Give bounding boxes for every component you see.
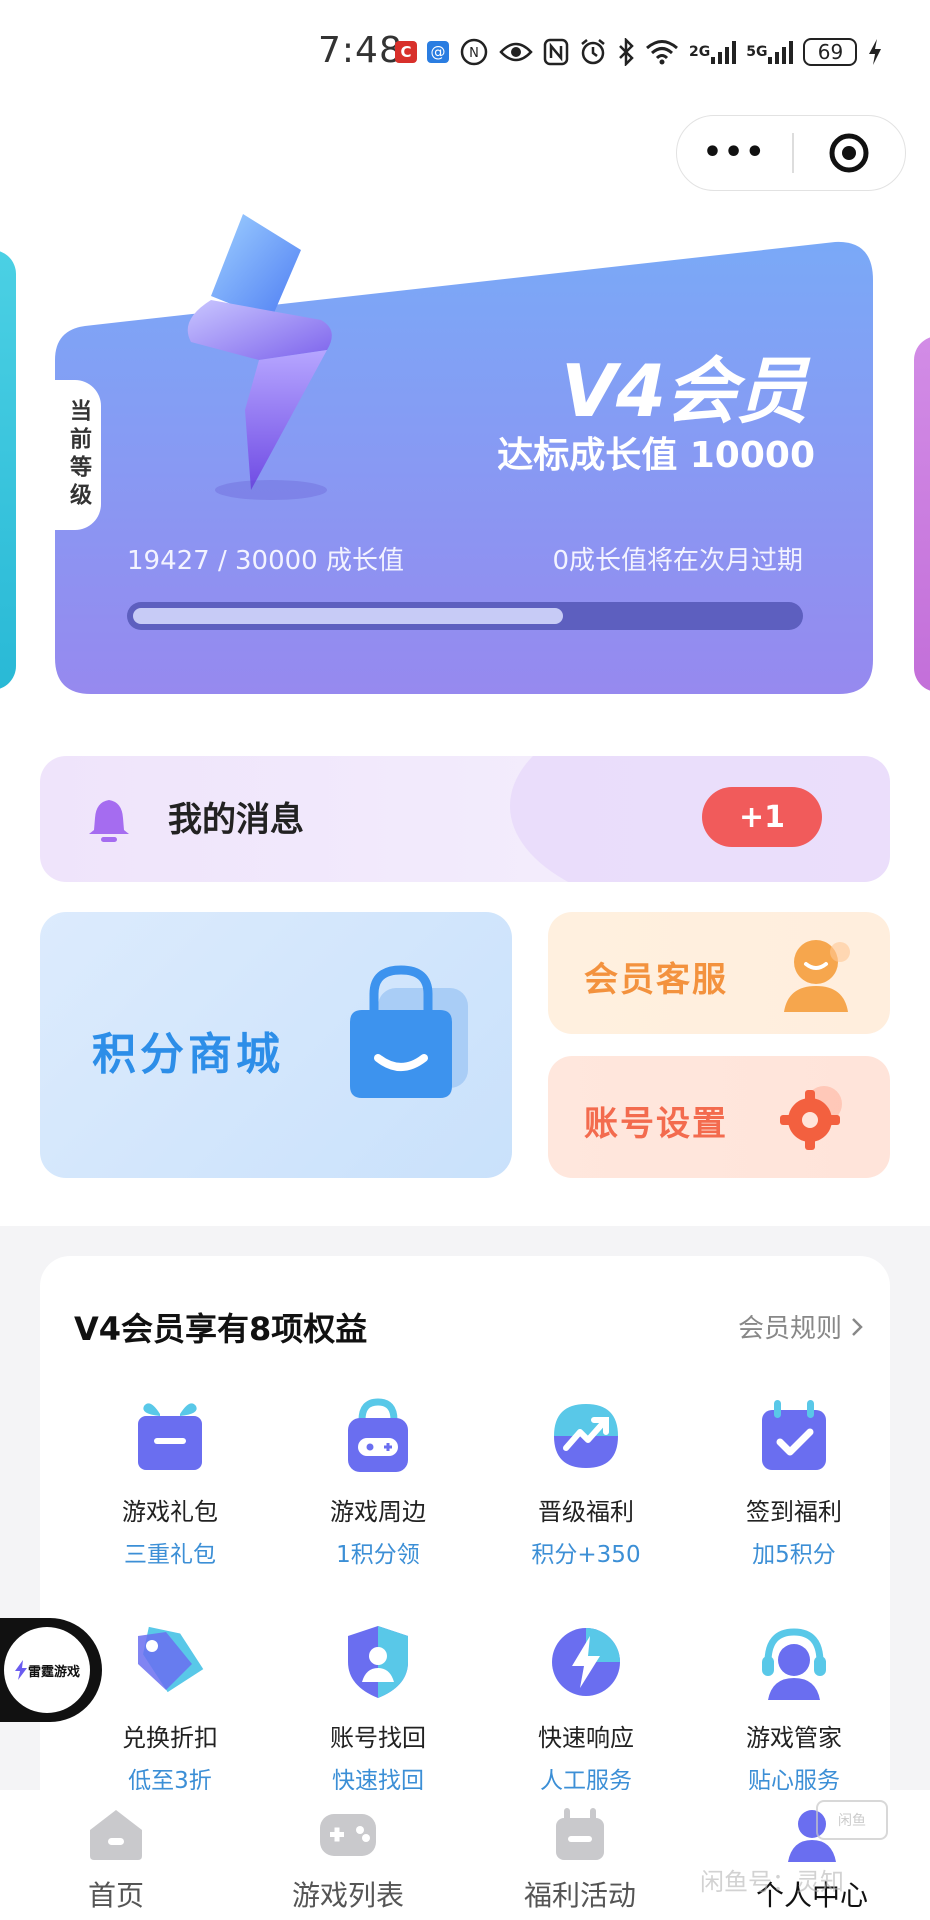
benefit-desc: 加5积分 (752, 1542, 836, 1568)
svg-text:N: N (469, 46, 479, 61)
gift-box-icon (545, 1804, 615, 1864)
benefit-desc: 三重礼包 (124, 1542, 216, 1568)
mini-program-capsule: ••• (676, 115, 906, 191)
app-notification-icon: C (395, 41, 417, 63)
benefit-name: 兑换折扣 (122, 1724, 218, 1752)
benefit-name: 快速响应 (538, 1724, 634, 1752)
benefit-level-up[interactable]: 晋级福利 积分+350 (486, 1394, 686, 1569)
merch-bag-icon (336, 1394, 420, 1478)
bell-icon (89, 800, 129, 842)
benefit-name: 签到福利 (746, 1498, 842, 1526)
status-time: 7:48 (318, 30, 403, 71)
growth-progress-fill (133, 608, 563, 624)
benefit-desc: 积分+350 (531, 1542, 641, 1568)
discount-tag-icon (128, 1620, 212, 1704)
gear-icon (780, 1086, 842, 1150)
signal-5g-icon: 5G (746, 36, 794, 68)
thunder-games-label: 雷霆游戏 (27, 1664, 80, 1680)
headset-icon (752, 1620, 836, 1704)
growth-value: 19427 / 30000 成长值 (127, 546, 404, 576)
lightning-icon (544, 1620, 628, 1704)
tab-label: 游戏列表 (291, 1879, 404, 1912)
benefit-game-steward[interactable]: 游戏管家 贴心服务 (694, 1620, 894, 1795)
calendar-check-icon (752, 1394, 836, 1478)
benefit-name: 晋级福利 (538, 1498, 634, 1526)
growth-progress-bar (127, 602, 803, 630)
floating-game-badge[interactable]: 雷霆游戏 (0, 1618, 102, 1722)
lightning-logo-icon (187, 214, 332, 500)
more-menu-button[interactable]: ••• (677, 115, 792, 191)
member-service-label: 会员客服 (584, 960, 728, 1000)
watermark-logo: 闲鱼 (816, 1800, 888, 1840)
charging-icon (867, 36, 883, 68)
member-rules-label: 会员规则 (737, 1314, 842, 1344)
benefit-game-merch[interactable]: 游戏周边 1积分领 (278, 1394, 478, 1569)
customer-service-avatar-icon (784, 940, 850, 1012)
benefit-desc: 1积分领 (336, 1542, 420, 1568)
benefit-name: 游戏管家 (746, 1724, 842, 1752)
member-rules-link[interactable]: 会员规则 (738, 1308, 864, 1345)
tab-label: 首页 (87, 1879, 144, 1912)
eye-icon (499, 36, 533, 68)
decorative-wave (510, 756, 890, 882)
benefit-exchange-discount[interactable]: 兑换折扣 低至3折 (70, 1620, 270, 1795)
tab-label: 福利活动 (523, 1879, 636, 1912)
points-mall-label: 积分商城 (92, 1029, 284, 1080)
wifi-icon (645, 36, 679, 68)
tab-benefit-activities[interactable]: 福利活动 (490, 1804, 670, 1914)
battery-indicator: 69 (803, 38, 858, 66)
previous-level-card[interactable] (0, 250, 16, 690)
points-mall-card[interactable]: 积分商城 (40, 912, 512, 1178)
status-bar: 7:48 C @ N 2G 5G 69 (0, 0, 930, 110)
level-up-icon (544, 1394, 628, 1478)
member-service-card[interactable]: 会员客服 (548, 912, 890, 1034)
member-level-requirement: 达标成长值 10000 (497, 435, 815, 476)
benefit-account-recovery[interactable]: 账号找回 快速找回 (278, 1620, 478, 1795)
benefit-checkin[interactable]: 签到福利 加5积分 (694, 1394, 894, 1569)
app-notification-icon-2: @ (427, 41, 449, 63)
account-settings-label: 账号设置 (584, 1104, 728, 1144)
tab-home[interactable]: 首页 (26, 1804, 206, 1914)
thunder-logo-icon (14, 1660, 27, 1680)
home-icon (81, 1804, 151, 1864)
next-level-card[interactable] (914, 336, 930, 692)
chevron-right-icon (852, 1317, 863, 1336)
gamepad-icon (313, 1804, 383, 1864)
shopping-bag-icon (350, 965, 468, 1098)
benefits-title: V4会员享有8项权益 (74, 1310, 368, 1348)
target-icon (829, 133, 869, 173)
benefit-quick-response[interactable]: 快速响应 人工服务 (486, 1620, 686, 1795)
message-count-badge: +1 (702, 787, 822, 847)
my-messages-entry[interactable]: 我的消息 +1 (40, 756, 890, 882)
thunder-games-logo: 雷霆游戏 (4, 1627, 90, 1713)
current-level-tag: 当前等级 (55, 380, 101, 530)
growth-expire-note: 0成长值将在次月过期 (552, 546, 803, 576)
bluetooth-icon (617, 36, 635, 68)
close-mini-program-button[interactable] (794, 131, 905, 175)
alarm-icon (579, 36, 607, 68)
benefit-game-gift[interactable]: 游戏礼包 三重礼包 (70, 1394, 270, 1569)
member-level-title: V4会员 (561, 349, 808, 433)
watermark-text: 闲鱼号：灵知 (700, 1868, 844, 1896)
nfc-icon (543, 36, 569, 68)
gift-icon (128, 1394, 212, 1478)
member-level-card[interactable]: 当前等级 V4会员 达标成长值 10000 19427 / 30000 成长值 … (55, 214, 875, 694)
account-settings-card[interactable]: 账号设置 (548, 1056, 890, 1178)
shield-user-icon (336, 1620, 420, 1704)
my-messages-label: 我的消息 (168, 800, 304, 840)
signal-2g-icon: 2G (689, 36, 737, 68)
nfc-badge-icon: N (459, 36, 489, 68)
benefit-name: 账号找回 (330, 1724, 426, 1752)
bottom-tab-bar: 首页 游戏列表 福利活动 个人中心 (0, 1790, 930, 1920)
benefit-name: 游戏礼包 (122, 1498, 218, 1526)
tab-game-list[interactable]: 游戏列表 (258, 1804, 438, 1914)
status-icons: C @ N 2G 5G 69 (395, 36, 883, 68)
benefit-name: 游戏周边 (330, 1498, 426, 1526)
